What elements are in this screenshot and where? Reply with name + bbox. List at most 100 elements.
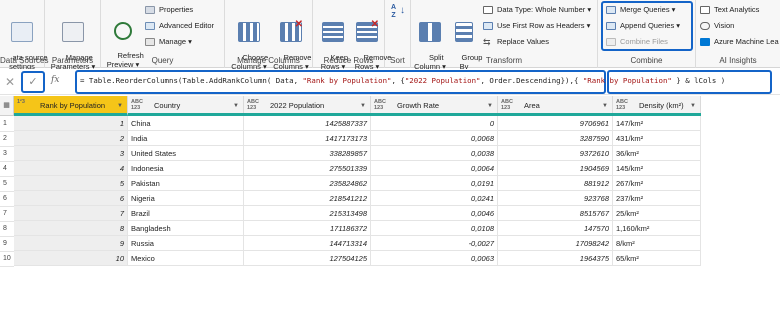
cell-density[interactable]: 431/km² <box>613 131 701 146</box>
cell-density[interactable]: 145/km² <box>613 161 701 176</box>
cell-growth-rate[interactable]: 0,0241 <box>371 191 498 206</box>
cell-density[interactable]: 8/km² <box>613 236 701 251</box>
cell-population[interactable]: 1425887337 <box>244 116 371 131</box>
cell-growth-rate[interactable]: 0,0046 <box>371 206 498 221</box>
cell-population[interactable]: 144713314 <box>244 236 371 251</box>
row-number[interactable]: 5 <box>0 176 14 192</box>
cell-growth-rate[interactable]: 0,0038 <box>371 146 498 161</box>
cell-density[interactable]: 1,160/km² <box>613 221 701 236</box>
table-row[interactable]: 1 1 China 1425887337 0 9706961 147/km² <box>0 116 701 132</box>
table-row[interactable]: 2 2 India 1417173173 0,0068 3287590 431/km² <box>0 131 701 147</box>
cell-growth-rate[interactable]: 0 <box>371 116 498 131</box>
column-header-rank[interactable]: 1²3 Rank by Population ▼ <box>14 96 128 116</box>
column-type-icon[interactable]: ABC 123 <box>616 99 628 111</box>
row-number[interactable]: 10 <box>0 251 14 267</box>
cell-population[interactable]: 275501339 <box>244 161 371 176</box>
column-type-icon[interactable]: 1²3 <box>17 99 25 105</box>
cell-rank[interactable]: 9 <box>14 236 128 251</box>
cell-rank[interactable]: 10 <box>14 251 128 266</box>
cell-population[interactable]: 235824862 <box>244 176 371 191</box>
cell-rank[interactable]: 5 <box>14 176 128 191</box>
cell-rank[interactable]: 1 <box>14 116 128 131</box>
cell-population[interactable]: 1417173173 <box>244 131 371 146</box>
cell-growth-rate[interactable]: -0,0027 <box>371 236 498 251</box>
table-row[interactable]: 5 5 Pakistan 235824862 0,0191 881912 267/km² <box>0 176 701 192</box>
table-row[interactable]: 6 6 Nigeria 218541212 0,0241 923768 237/km² <box>0 191 701 207</box>
cell-country[interactable]: Brazil <box>128 206 244 221</box>
refresh-preview-button[interactable]: Refresh Preview ▾ <box>105 4 144 78</box>
merge-queries-button[interactable]: Merge Queries ▾ <box>606 4 675 16</box>
cell-country[interactable]: Pakistan <box>128 176 244 191</box>
cell-country[interactable]: United States <box>128 146 244 161</box>
cell-growth-rate[interactable]: 0,0064 <box>371 161 498 176</box>
cell-population[interactable]: 171186372 <box>244 221 371 236</box>
cell-population[interactable]: 127504125 <box>244 251 371 266</box>
commit-check-icon[interactable]: ✓ <box>21 71 45 93</box>
column-type-icon[interactable]: ABC 123 <box>501 99 513 111</box>
table-row[interactable]: 4 4 Indonesia 275501339 0,0064 1904569 145/km² <box>0 161 701 177</box>
row-number[interactable]: 7 <box>0 206 14 222</box>
cell-density[interactable]: 25/km² <box>613 206 701 221</box>
cell-growth-rate[interactable]: 0,0191 <box>371 176 498 191</box>
row-number[interactable]: 8 <box>0 221 14 237</box>
table-row[interactable]: 7 7 Brazil 215313498 0,0046 8515767 25/km² <box>0 206 701 222</box>
table-row[interactable]: 3 3 United States 338289857 0,0038 9372610 36/… <box>0 146 701 162</box>
cell-density[interactable]: 65/km² <box>613 251 701 266</box>
cell-country[interactable]: Mexico <box>128 251 244 266</box>
manage-button[interactable]: Manage ▾ <box>145 36 192 48</box>
cell-area[interactable]: 881912 <box>498 176 613 191</box>
advanced-editor-button[interactable]: Advanced Editor <box>145 20 214 32</box>
cell-population[interactable]: 338289857 <box>244 146 371 161</box>
cell-area[interactable]: 17098242 <box>498 236 613 251</box>
column-type-icon[interactable]: ABC 123 <box>247 99 259 111</box>
sort-button[interactable]: AZ ↓ <box>388 4 408 26</box>
cell-area[interactable]: 8515767 <box>498 206 613 221</box>
cell-density[interactable]: 36/km² <box>613 146 701 161</box>
cell-rank[interactable]: 3 <box>14 146 128 161</box>
cell-population[interactable]: 215313498 <box>244 206 371 221</box>
chevron-down-icon[interactable]: ▼ <box>117 96 123 113</box>
append-queries-button[interactable]: Append Queries ▾ <box>606 20 680 32</box>
table-row[interactable]: 10 10 Mexico 127504125 0,0063 1964375 65/km² <box>0 251 701 267</box>
cell-country[interactable]: Russia <box>128 236 244 251</box>
column-type-icon[interactable]: ABC 123 <box>131 99 143 111</box>
row-number[interactable]: 6 <box>0 191 14 207</box>
row-number[interactable]: 9 <box>0 236 14 252</box>
azure-ml-button[interactable]: Azure Machine Lea <box>700 36 779 48</box>
row-number[interactable]: 3 <box>0 146 14 162</box>
cell-area[interactable]: 147570 <box>498 221 613 236</box>
table-row[interactable]: 8 8 Bangladesh 171186372 0,0108 147570 1,160/k… <box>0 221 701 237</box>
properties-button[interactable]: Properties <box>145 4 193 16</box>
cell-country[interactable]: Indonesia <box>128 161 244 176</box>
row-number[interactable]: 4 <box>0 161 14 177</box>
column-type-icon[interactable]: ABC 123 <box>374 99 386 111</box>
cell-growth-rate[interactable]: 0,0063 <box>371 251 498 266</box>
cell-density[interactable]: 237/km² <box>613 191 701 206</box>
cell-country[interactable]: China <box>128 116 244 131</box>
row-number[interactable]: 2 <box>0 131 14 147</box>
cell-growth-rate[interactable]: 0,0108 <box>371 221 498 236</box>
cell-area[interactable]: 9706961 <box>498 116 613 131</box>
cell-area[interactable]: 3287590 <box>498 131 613 146</box>
cell-density[interactable]: 267/km² <box>613 176 701 191</box>
cell-country[interactable]: India <box>128 131 244 146</box>
cell-rank[interactable]: 8 <box>14 221 128 236</box>
cell-rank[interactable]: 7 <box>14 206 128 221</box>
cell-area[interactable]: 923768 <box>498 191 613 206</box>
row-number[interactable]: 1 <box>0 116 14 132</box>
cell-population[interactable]: 218541212 <box>244 191 371 206</box>
table-menu-icon[interactable]: ▦ <box>0 96 14 116</box>
formula-input[interactable]: = Table.ReorderColumns(Table.AddRankColu… <box>80 76 725 85</box>
cell-growth-rate[interactable]: 0,0068 <box>371 131 498 146</box>
use-first-row-headers-button[interactable]: Use First Row as Headers ▾ <box>483 20 590 32</box>
table-row[interactable]: 9 9 Russia 144713314 -0,0027 17098242 8/km² <box>0 236 701 252</box>
text-analytics-button[interactable]: Text Analytics <box>700 4 759 16</box>
vision-button[interactable]: Vision <box>700 20 734 32</box>
cell-area[interactable]: 1904569 <box>498 161 613 176</box>
cell-area[interactable]: 9372610 <box>498 146 613 161</box>
cell-density[interactable]: 147/km² <box>613 116 701 131</box>
replace-values-button[interactable]: ⇆ Replace Values <box>483 36 549 48</box>
cell-country[interactable]: Nigeria <box>128 191 244 206</box>
cell-rank[interactable]: 2 <box>14 131 128 146</box>
cell-country[interactable]: Bangladesh <box>128 221 244 236</box>
